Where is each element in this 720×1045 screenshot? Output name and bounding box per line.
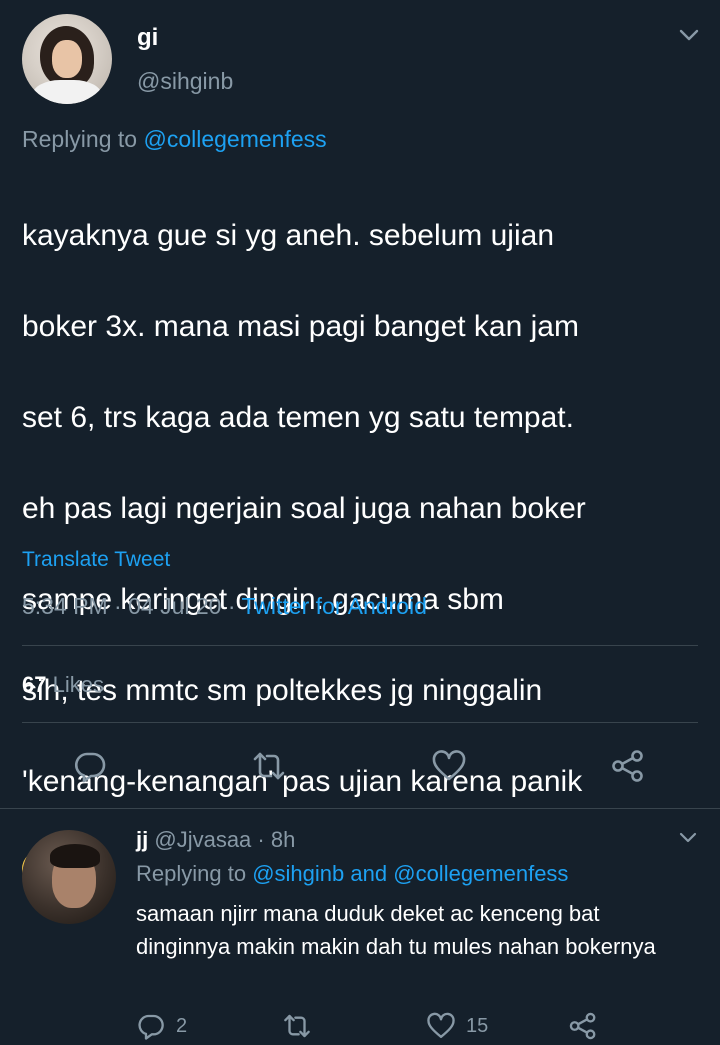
retweet-icon[interactable] [282,1011,312,1041]
reply-like-count: 15 [466,1014,489,1037]
reply-icon[interactable] [136,1011,166,1041]
replying-to-line: Replying to @collegemenfess [22,126,327,153]
tweet-text-line: set 6, trs kaga ada temen yg satu tempat… [22,400,574,434]
author-handle[interactable]: @sihginb [137,68,233,95]
divider [22,645,698,646]
translate-tweet-link[interactable]: Translate Tweet [22,548,170,572]
meta-separator: · [227,593,236,619]
likes-stat[interactable]: 67 Likes [22,672,104,698]
replying-to-link[interactable]: @collegemenfess [393,861,568,886]
reply-count: 2 [176,1014,188,1037]
replying-and: and [350,861,388,886]
likes-label: Likes [52,672,104,697]
reply-action-retweet[interactable] [282,1010,322,1042]
reply-age: 8h [270,827,296,852]
reply-icon[interactable] [72,748,108,784]
tweet-text-line: 'kenang-kenangan' pas ujian karena panik [22,764,583,798]
share-icon[interactable] [568,1011,598,1041]
likes-count: 67 [22,672,47,697]
tweet-time: 5:34 PM [22,593,108,619]
thread-divider [0,808,720,809]
heart-icon[interactable] [426,1011,456,1041]
author-name[interactable]: gi [137,24,158,52]
divider [22,722,698,723]
meta-separator: · [257,827,265,852]
replying-prefix: Replying to [136,861,247,886]
tweet-text-line: boker 3x. mana masi pagi banget kan jam [22,309,579,343]
avatar[interactable] [22,14,112,104]
chevron-down-icon[interactable] [678,26,700,44]
tweet-date: 04 Jul 20 [128,593,222,619]
avatar[interactable] [22,830,116,924]
reply-author-handle[interactable]: @Jjvasaa [154,827,251,852]
tweet-text-line: kayaknya gue si yg aneh. sebelum ujian [22,218,555,252]
reply-author-name[interactable]: jj [136,827,148,852]
heart-icon[interactable] [431,748,467,784]
reply-action-reply[interactable]: 2 [136,1010,187,1042]
tweet-text-line: eh pas lagi ngerjain soal juga nahan bok… [22,491,586,525]
share-icon[interactable] [610,748,646,784]
reply-text: samaan njirr mana duduk deket ac kenceng… [136,901,656,959]
reply-action-share[interactable] [568,1010,608,1042]
reply-header: jj @Jjvasaa · 8h [136,827,295,853]
meta-separator: · [114,593,122,619]
replying-to-link[interactable]: @sihginb [252,861,344,886]
replying-prefix: Replying to [22,126,138,152]
retweet-icon[interactable] [251,748,287,784]
chevron-down-icon[interactable] [678,830,698,846]
tweet-text-line: sih, tes mmtc sm poltekkes jg ninggalin [22,673,543,707]
tweet-meta: 5:34 PM · 04 Jul 20 · Twitter for Androi… [22,593,427,620]
tweet-source-link[interactable]: Twitter for Android [242,593,427,619]
replying-to-line: Replying to @sihginb and @collegemenfess [136,861,568,887]
replying-to-link[interactable]: @collegemenfess [143,126,326,152]
reply-action-like[interactable]: 15 [426,1010,488,1042]
